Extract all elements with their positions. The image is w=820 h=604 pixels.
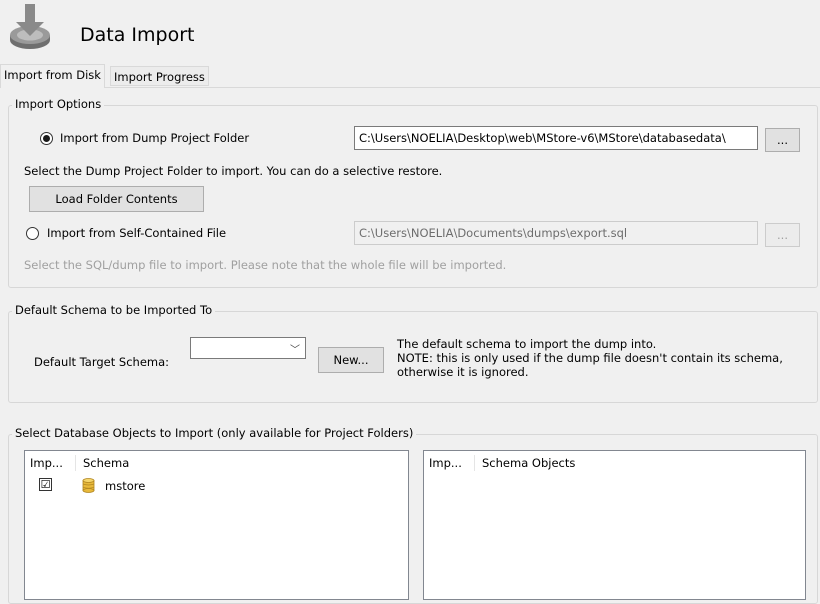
tab-divider [0,87,820,88]
col-header-import[interactable]: Imp... [30,456,63,470]
self-contained-file-path-input[interactable]: C:\Users\NOELIA\Documents\dumps\export.s… [354,221,758,245]
table-row[interactable]: ☑ mstore [25,476,408,496]
dump-folder-label: Import from Dump Project Folder [60,131,250,145]
schema-objects-list[interactable]: Imp... Schema Objects [423,450,806,600]
import-options-title: Import Options [12,97,105,111]
new-schema-button[interactable]: New... [318,347,384,373]
schema-note-line-2: NOTE: this is only used if the dump file… [397,351,783,365]
radio-dump-folder[interactable] [40,132,53,145]
col-header-import[interactable]: Imp... [429,456,462,470]
chevron-down-icon: ﹀ [290,345,300,356]
self-contained-file-label: Import from Self-Contained File [47,226,227,240]
tab-strip: Import from Disk Import Progress [0,64,820,88]
load-folder-contents-button[interactable]: Load Folder Contents [29,186,204,212]
tab-import-from-disk[interactable]: Import from Disk [0,64,105,88]
dump-folder-hint: Select the Dump Project Folder to import… [24,164,443,178]
schema-note-line-1: The default schema to import the dump in… [397,337,657,351]
database-icon [82,478,95,493]
browse-file-button[interactable]: ... [765,223,800,247]
tab-import-progress[interactable]: Import Progress [110,66,209,86]
schema-name: mstore [105,479,146,493]
radio-selected-dot [43,135,50,142]
column-separator [75,455,76,471]
default-target-schema-label: Default Target Schema: [34,355,170,369]
default-target-schema-select[interactable]: ﹀ [190,337,306,359]
col-header-schema-objects[interactable]: Schema Objects [482,456,575,470]
import-download-icon [10,4,50,49]
schema-note-line-3: otherwise it is ignored. [397,365,529,379]
schema-list[interactable]: Imp... Schema ☑ mstore [24,450,409,600]
browse-dump-folder-button[interactable]: ... [765,128,800,152]
self-contained-file-hint: Select the SQL/dump file to import. Plea… [24,258,507,272]
schema-import-checkbox[interactable]: ☑ [39,478,52,491]
dump-folder-path-input[interactable]: C:\Users\NOELIA\Desktop\web\MStore-v6\MS… [354,126,758,150]
column-separator [474,455,475,471]
database-objects-title: Select Database Objects to Import (only … [12,426,417,440]
radio-self-contained-file[interactable] [26,227,39,240]
page-title: Data Import [80,24,195,46]
default-schema-title: Default Schema to be Imported To [12,303,216,317]
col-header-schema[interactable]: Schema [83,456,129,470]
